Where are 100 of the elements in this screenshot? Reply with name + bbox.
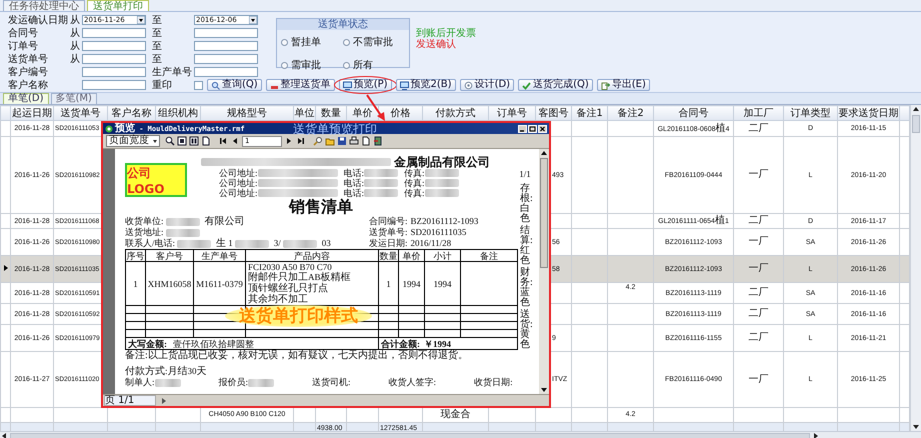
current-row-icon [4, 264, 8, 270]
table-cell: 1994 [424, 262, 460, 306]
redacted-text [282, 240, 317, 248]
scroll-thumb[interactable] [10, 433, 810, 438]
column-header[interactable]: 送货单号 [54, 106, 108, 120]
page-icon[interactable] [177, 136, 187, 146]
info-value: SD2016111035 [410, 227, 466, 238]
column-header: 产品内容 [246, 250, 378, 262]
column-header[interactable]: 客图号 [536, 106, 572, 120]
column-header[interactable]: 要求送货日期 [838, 106, 900, 120]
toolbar-button[interactable]: 预览2(B) [396, 79, 456, 91]
text-field[interactable] [82, 80, 146, 90]
zoom-select[interactable]: 页面宽度 [106, 135, 160, 147]
fax-label: 传真: [404, 178, 425, 188]
maximize-button[interactable] [528, 124, 537, 132]
text-field[interactable] [194, 54, 258, 64]
field-label: 发运确认日期 [8, 14, 69, 27]
window-tab[interactable]: 送货单打印 [87, 0, 149, 11]
phone-label: 电话: [344, 178, 364, 188]
group-title: 送货单状态 [277, 19, 409, 30]
column-header[interactable]: 规格型号 [200, 106, 294, 120]
last-page-icon[interactable] [296, 136, 306, 146]
text-field[interactable] [82, 28, 146, 38]
toolbar-button[interactable]: 预览(P) [338, 79, 392, 91]
check-icon [522, 80, 532, 90]
info-label: 收货单位: [125, 216, 164, 227]
address-label: 公司地址: [219, 188, 258, 198]
caption-overlay: 送货单预览打印 [293, 121, 377, 138]
column-header[interactable]: 备注2 [608, 106, 654, 120]
column-header[interactable]: 单价 [346, 106, 378, 120]
horizontal-scrollbar[interactable] [0, 431, 921, 438]
app-icon [105, 124, 113, 132]
table-cell: 二厂 [734, 324, 784, 352]
radio-button[interactable] [343, 38, 350, 46]
field-label: 合同号 [8, 27, 39, 40]
page-icon[interactable] [189, 136, 199, 146]
close-button[interactable] [538, 124, 547, 132]
zoom-icon[interactable] [165, 136, 175, 146]
column-header[interactable]: 订单类型 [784, 106, 838, 120]
save-icon[interactable] [337, 136, 347, 146]
radio-button[interactable] [281, 38, 288, 46]
text-field[interactable] [82, 67, 146, 77]
table-cell: 二厂 [734, 282, 784, 304]
dropdown-arrow-icon[interactable] [137, 16, 145, 24]
scroll-down-icon[interactable] [540, 386, 548, 394]
column-header[interactable]: 合同号 [654, 106, 734, 120]
redacted-text [364, 169, 398, 177]
radio-button[interactable] [281, 62, 288, 68]
amount-words: 壹仟玖佰玖拾肆圆整 [173, 338, 254, 348]
column-header[interactable]: 订单号 [488, 106, 536, 120]
monitor-icon [400, 80, 409, 90]
sub-tab[interactable]: 多笔(M) [50, 93, 97, 104]
from-label: 从 [70, 15, 80, 26]
from-label: 从 [70, 41, 80, 52]
column-header[interactable]: 组织机构 [156, 106, 200, 120]
column-header[interactable]: 付款方式 [422, 106, 488, 120]
text-field[interactable] [194, 41, 258, 51]
text-field[interactable] [194, 67, 258, 77]
text-field[interactable] [194, 28, 258, 38]
redacted-text [424, 179, 459, 187]
scroll-thumb[interactable] [912, 115, 920, 133]
vertical-scrollbar[interactable] [539, 149, 549, 394]
table-cell: 二厂 [734, 304, 784, 324]
column-header[interactable]: 价格 [378, 106, 422, 120]
radio-button[interactable] [343, 62, 350, 68]
field-label: 送货单号 [8, 52, 49, 66]
minimize-button[interactable] [518, 124, 527, 132]
copy-color-note: 结算:红色 [520, 226, 530, 266]
toolbar-button[interactable]: 设计(D) [460, 79, 514, 91]
search-icon[interactable] [313, 136, 323, 146]
table-cell: 二厂 [734, 120, 784, 136]
checkbox[interactable] [194, 80, 203, 90]
field-label: 至 [152, 40, 163, 53]
redacted-text [364, 189, 398, 197]
sub-tab[interactable]: 单笔(D) [3, 93, 49, 104]
column-header[interactable]: 客户名称 [108, 106, 156, 120]
window-tab[interactable]: 任务待处理中心 [3, 0, 85, 11]
vertical-scrollbar[interactable] [910, 105, 921, 431]
column-header[interactable]: 起运日期 [10, 106, 54, 120]
signature-label: 送货司机: [312, 377, 351, 388]
field-label: 客户编号 [8, 66, 49, 79]
column-header[interactable]: 备注1 [572, 106, 608, 120]
text-field[interactable] [82, 41, 146, 51]
toolbar-button[interactable]: 查询(Q) [207, 79, 262, 91]
first-page-icon[interactable] [218, 136, 228, 146]
gear-icon [464, 80, 473, 90]
column-header[interactable]: 数量 [316, 106, 346, 120]
toolbar-button[interactable]: 整理送货单 [266, 79, 335, 91]
page-icon[interactable] [201, 136, 211, 146]
column-header[interactable]: 单位 [294, 106, 316, 120]
column-header[interactable]: 加工厂 [734, 106, 784, 120]
toolbar-button[interactable]: 送货完成(Q) [518, 79, 593, 91]
scroll-thumb[interactable] [540, 158, 548, 268]
document-icon[interactable] [361, 136, 371, 146]
print-icon[interactable] [349, 136, 359, 146]
text-field[interactable] [82, 54, 146, 64]
info-label: 联系人/电话: [125, 238, 176, 249]
exit-icon[interactable] [373, 136, 383, 146]
toolbar-button[interactable]: 导出(E) [596, 79, 650, 91]
dropdown-arrow-icon[interactable] [249, 16, 257, 24]
